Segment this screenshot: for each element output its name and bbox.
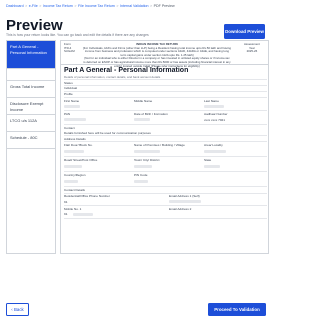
sidebar: Part A General - Personal Information Gr…: [6, 40, 56, 254]
aadhaar-value: xxxx xxxx 7021: [204, 118, 225, 122]
divider: [64, 90, 267, 91]
mobile1-value: 91: [64, 212, 68, 216]
breadcrumb-dashboard[interactable]: Dashboard: [6, 4, 24, 8]
proceed-to-validation-button[interactable]: Proceed To Validation: [208, 303, 266, 316]
divider: [64, 96, 267, 97]
area-value: [204, 149, 226, 153]
phone-label: Residential/Office Phone Number: [64, 194, 110, 198]
divider: [64, 84, 267, 85]
divider: [64, 79, 267, 80]
divider: [64, 192, 267, 193]
breadcrumb-file-itr[interactable]: File Income Tax Return: [78, 4, 115, 8]
dob-label: Date of Birth / Formation: [134, 112, 168, 116]
pan-value: [64, 118, 86, 121]
state-label: State: [204, 158, 212, 162]
middle-name-label: Middle Name: [134, 98, 153, 103]
sidebar-item-disclosure-exempt-income[interactable]: Disclosure Exempt Income: [7, 98, 55, 115]
page-subtitle: This is how your return looks like. You …: [6, 33, 149, 37]
flat-label: Flat/ Door/ Block No.: [64, 143, 93, 147]
section-title: Part A General - Personal Information: [64, 67, 189, 74]
email1-label: Email Address 1 (Self): [169, 194, 200, 198]
divider: [64, 141, 267, 142]
last-name-value: [204, 105, 224, 108]
breadcrumb-efile[interactable]: e-File: [29, 4, 38, 8]
mobile1-label: Mobile No. 1: [64, 206, 82, 211]
flat-value: [64, 149, 84, 153]
download-preview-button[interactable]: Download Preview: [224, 24, 265, 39]
email2-label: Email Address 2: [169, 206, 192, 211]
form-title-block: INDIAN INCOME TAX RETURN [For Individual…: [83, 42, 231, 68]
breadcrumb-current: PDF Preview: [153, 4, 175, 8]
divider: [64, 124, 267, 125]
mobile1-number: [73, 212, 93, 216]
assessment-year: Assessment Year 2025-26: [244, 42, 260, 54]
form-name: Form ITR-4 SUGAM: [64, 42, 75, 54]
first-name-label: First Name: [64, 98, 80, 103]
area-label: Area/ Locality: [204, 143, 223, 147]
sidebar-item-gross-total-income[interactable]: Gross Total Income: [7, 81, 55, 98]
address-details-label: Address Details: [64, 136, 86, 141]
page-title: Preview: [6, 17, 63, 34]
road-label: Road/ Street/Post Office: [64, 158, 98, 162]
divider: [64, 186, 267, 187]
premises-value: [134, 149, 160, 153]
pin-label: PIN Code: [134, 173, 148, 177]
divider: [64, 171, 267, 172]
sidebar-item-ltcg[interactable]: LTCG u/s 112A: [7, 115, 55, 132]
divider: [64, 205, 267, 206]
aadhaar-label: Aadhaar Number: [204, 112, 228, 116]
state-value: [204, 164, 220, 168]
contact-label: Contact: [64, 126, 75, 130]
back-button[interactable]: ‹ Back: [6, 303, 29, 316]
divider: [64, 156, 267, 157]
sidebar-item-schedule-80c[interactable]: Schedule - 80C: [7, 132, 55, 149]
sidebar-divider: [7, 69, 55, 81]
dob-value: [134, 118, 150, 121]
last-name-label: Last Name: [204, 98, 219, 103]
premises-label: Name of Premises / Building / Village: [134, 143, 185, 147]
contact-details-label: Contact Details: [64, 188, 85, 192]
country-value: [64, 179, 78, 183]
divider: [64, 217, 267, 218]
form-preview[interactable]: Form ITR-4 SUGAM INDIAN INCOME TAX RETUR…: [60, 40, 269, 254]
phone-value: 91: [64, 199, 68, 204]
breadcrumb-internal-validation[interactable]: Internal Validation: [120, 4, 149, 8]
breadcrumb: Dashboard > e-File > Income Tax Return > File …: [6, 4, 175, 8]
profile-label: Profile: [64, 92, 73, 96]
status-value: Individual: [64, 86, 78, 90]
pin-value: [134, 179, 148, 183]
divider: [64, 135, 267, 136]
town-label: Town/ City/ District: [134, 158, 160, 162]
assessment-year-value: 2025-26: [246, 49, 258, 54]
sidebar-item-personal-info[interactable]: Part A General - Personal Information: [7, 41, 55, 69]
form-sub: SUGAM: [64, 49, 75, 54]
first-name-value: [64, 105, 80, 108]
road-value: [64, 164, 82, 168]
country-label: Country/Region: [64, 173, 86, 177]
breadcrumb-income-tax-return[interactable]: Income Tax Return: [43, 4, 73, 8]
form-header: Form ITR-4 SUGAM INDIAN INCOME TAX RETUR…: [61, 41, 268, 68]
town-value: [134, 164, 152, 168]
email1-value: [169, 200, 201, 203]
contact-subtitle: Details furnished here will be used for …: [64, 130, 151, 135]
divider: [64, 110, 267, 111]
pan-label: PAN: [64, 112, 71, 116]
